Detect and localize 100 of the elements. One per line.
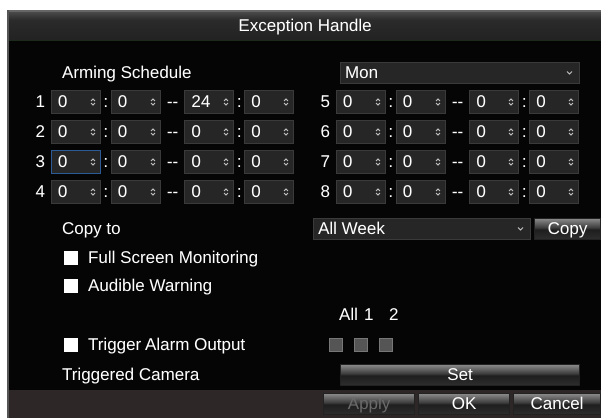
time-separator: : — [236, 182, 243, 202]
range-separator: -- — [166, 122, 180, 142]
period-number: 7 — [319, 152, 330, 172]
time-spinner[interactable]: 0 — [469, 120, 520, 144]
period-number: 8 — [319, 182, 330, 202]
spinner-icon[interactable] — [434, 157, 441, 167]
time-spinner[interactable]: 0 — [469, 150, 520, 174]
time-separator: : — [520, 122, 528, 142]
spinner-icon[interactable] — [434, 187, 441, 197]
output-checkbox[interactable] — [329, 338, 343, 352]
time-spinner[interactable]: 0 — [396, 90, 446, 114]
copy-button[interactable]: Copy — [534, 218, 601, 240]
time-spinner[interactable]: 0 — [244, 150, 294, 174]
time-spinner[interactable]: 0 — [110, 90, 161, 114]
period-number: 1 — [34, 92, 45, 112]
time-separator: : — [520, 152, 528, 172]
output-checkbox[interactable] — [379, 338, 393, 352]
time-separator: : — [102, 122, 110, 142]
time-spinner[interactable]: 0 — [396, 150, 446, 174]
time-separator: : — [520, 182, 528, 202]
time-spinner[interactable]: 0 — [529, 150, 580, 174]
spinner-icon[interactable] — [90, 187, 96, 197]
spinner-icon[interactable] — [150, 127, 156, 137]
time-spinner[interactable]: 0 — [50, 90, 101, 114]
spinner-icon[interactable] — [90, 127, 96, 137]
dialog-button[interactable]: Cancel — [513, 393, 601, 415]
window-title: Exception Handle — [9, 10, 601, 41]
copy-to-dropdown[interactable]: All Week — [313, 218, 531, 240]
caret-icon — [566, 71, 573, 75]
spinner-icon[interactable] — [223, 157, 230, 167]
checkbox[interactable] — [64, 279, 78, 293]
period-number: 5 — [319, 92, 330, 112]
spinner-icon[interactable] — [283, 187, 290, 197]
time-spinner[interactable]: 0 — [50, 120, 101, 144]
spinner-icon[interactable] — [90, 157, 96, 167]
spinner-icon[interactable] — [434, 127, 441, 137]
field-label: Arming Schedule — [61, 63, 192, 83]
time-separator: : — [236, 152, 243, 172]
time-separator: : — [387, 122, 394, 142]
spinner-icon[interactable] — [150, 97, 156, 107]
spinner-icon[interactable] — [374, 127, 381, 137]
time-spinner[interactable]: 0 — [110, 150, 161, 174]
spinner-icon[interactable] — [90, 97, 96, 107]
time-spinner[interactable]: 0 — [244, 120, 294, 144]
spinner-icon[interactable] — [223, 97, 230, 107]
spinner-icon[interactable] — [568, 127, 574, 137]
time-spinner[interactable]: 0 — [529, 90, 580, 114]
time-spinner[interactable]: 0 — [396, 180, 446, 204]
time-spinner[interactable]: 0 — [110, 180, 161, 204]
time-spinner[interactable]: 0 — [469, 90, 520, 114]
spinner-icon[interactable] — [508, 97, 514, 107]
time-spinner[interactable]: 0 — [244, 180, 294, 204]
caret-icon — [516, 227, 524, 231]
time-spinner[interactable]: 0 — [469, 180, 520, 204]
checkbox-label: Audible Warning — [88, 276, 212, 296]
spinner-icon[interactable] — [374, 97, 381, 107]
field-label: Triggered Camera — [61, 365, 200, 385]
spinner-icon[interactable] — [283, 97, 290, 107]
spinner-icon[interactable] — [568, 157, 574, 167]
range-separator: -- — [450, 182, 464, 202]
spinner-icon[interactable] — [283, 127, 290, 137]
output-label: 1 — [364, 305, 374, 325]
time-spinner[interactable]: 24 — [184, 90, 234, 114]
spinner-icon[interactable] — [434, 97, 441, 107]
time-spinner[interactable]: 0 — [184, 120, 234, 144]
range-separator: -- — [450, 122, 464, 142]
spinner-icon[interactable] — [150, 157, 156, 167]
spinner-icon[interactable] — [508, 187, 514, 197]
time-spinner[interactable]: 0 — [529, 180, 580, 204]
time-spinner[interactable]: 0 — [244, 90, 294, 114]
day-dropdown[interactable]: Mon — [340, 62, 580, 84]
period-number: 4 — [34, 182, 45, 202]
spinner-icon[interactable] — [374, 187, 381, 197]
checkbox[interactable] — [64, 338, 78, 352]
spinner-icon[interactable] — [568, 97, 574, 107]
time-spinner[interactable]: 0 — [336, 180, 386, 204]
time-spinner[interactable]: 0 — [336, 90, 386, 114]
time-spinner[interactable]: 0 — [184, 180, 234, 204]
time-separator: : — [102, 92, 110, 112]
spinner-icon[interactable] — [150, 187, 156, 197]
time-spinner[interactable]: 0 — [50, 180, 101, 204]
time-spinner[interactable]: 0 — [529, 120, 580, 144]
spinner-icon[interactable] — [283, 157, 290, 167]
spinner-icon[interactable] — [223, 127, 230, 137]
dialog-button[interactable]: OK — [418, 393, 510, 415]
time-spinner[interactable]: 0 — [396, 120, 446, 144]
spinner-icon[interactable] — [223, 187, 230, 197]
set-button[interactable]: Set — [340, 364, 580, 386]
time-spinner[interactable]: 0 — [184, 150, 234, 174]
time-spinner[interactable]: 0 — [50, 150, 101, 174]
time-separator: : — [387, 182, 394, 202]
time-spinner[interactable]: 0 — [336, 150, 386, 174]
time-spinner[interactable]: 0 — [336, 120, 386, 144]
spinner-icon[interactable] — [508, 127, 514, 137]
spinner-icon[interactable] — [568, 187, 574, 197]
output-checkbox[interactable] — [354, 338, 368, 352]
checkbox[interactable] — [64, 251, 78, 265]
spinner-icon[interactable] — [374, 157, 381, 167]
spinner-icon[interactable] — [508, 157, 514, 167]
time-spinner[interactable]: 0 — [110, 120, 161, 144]
